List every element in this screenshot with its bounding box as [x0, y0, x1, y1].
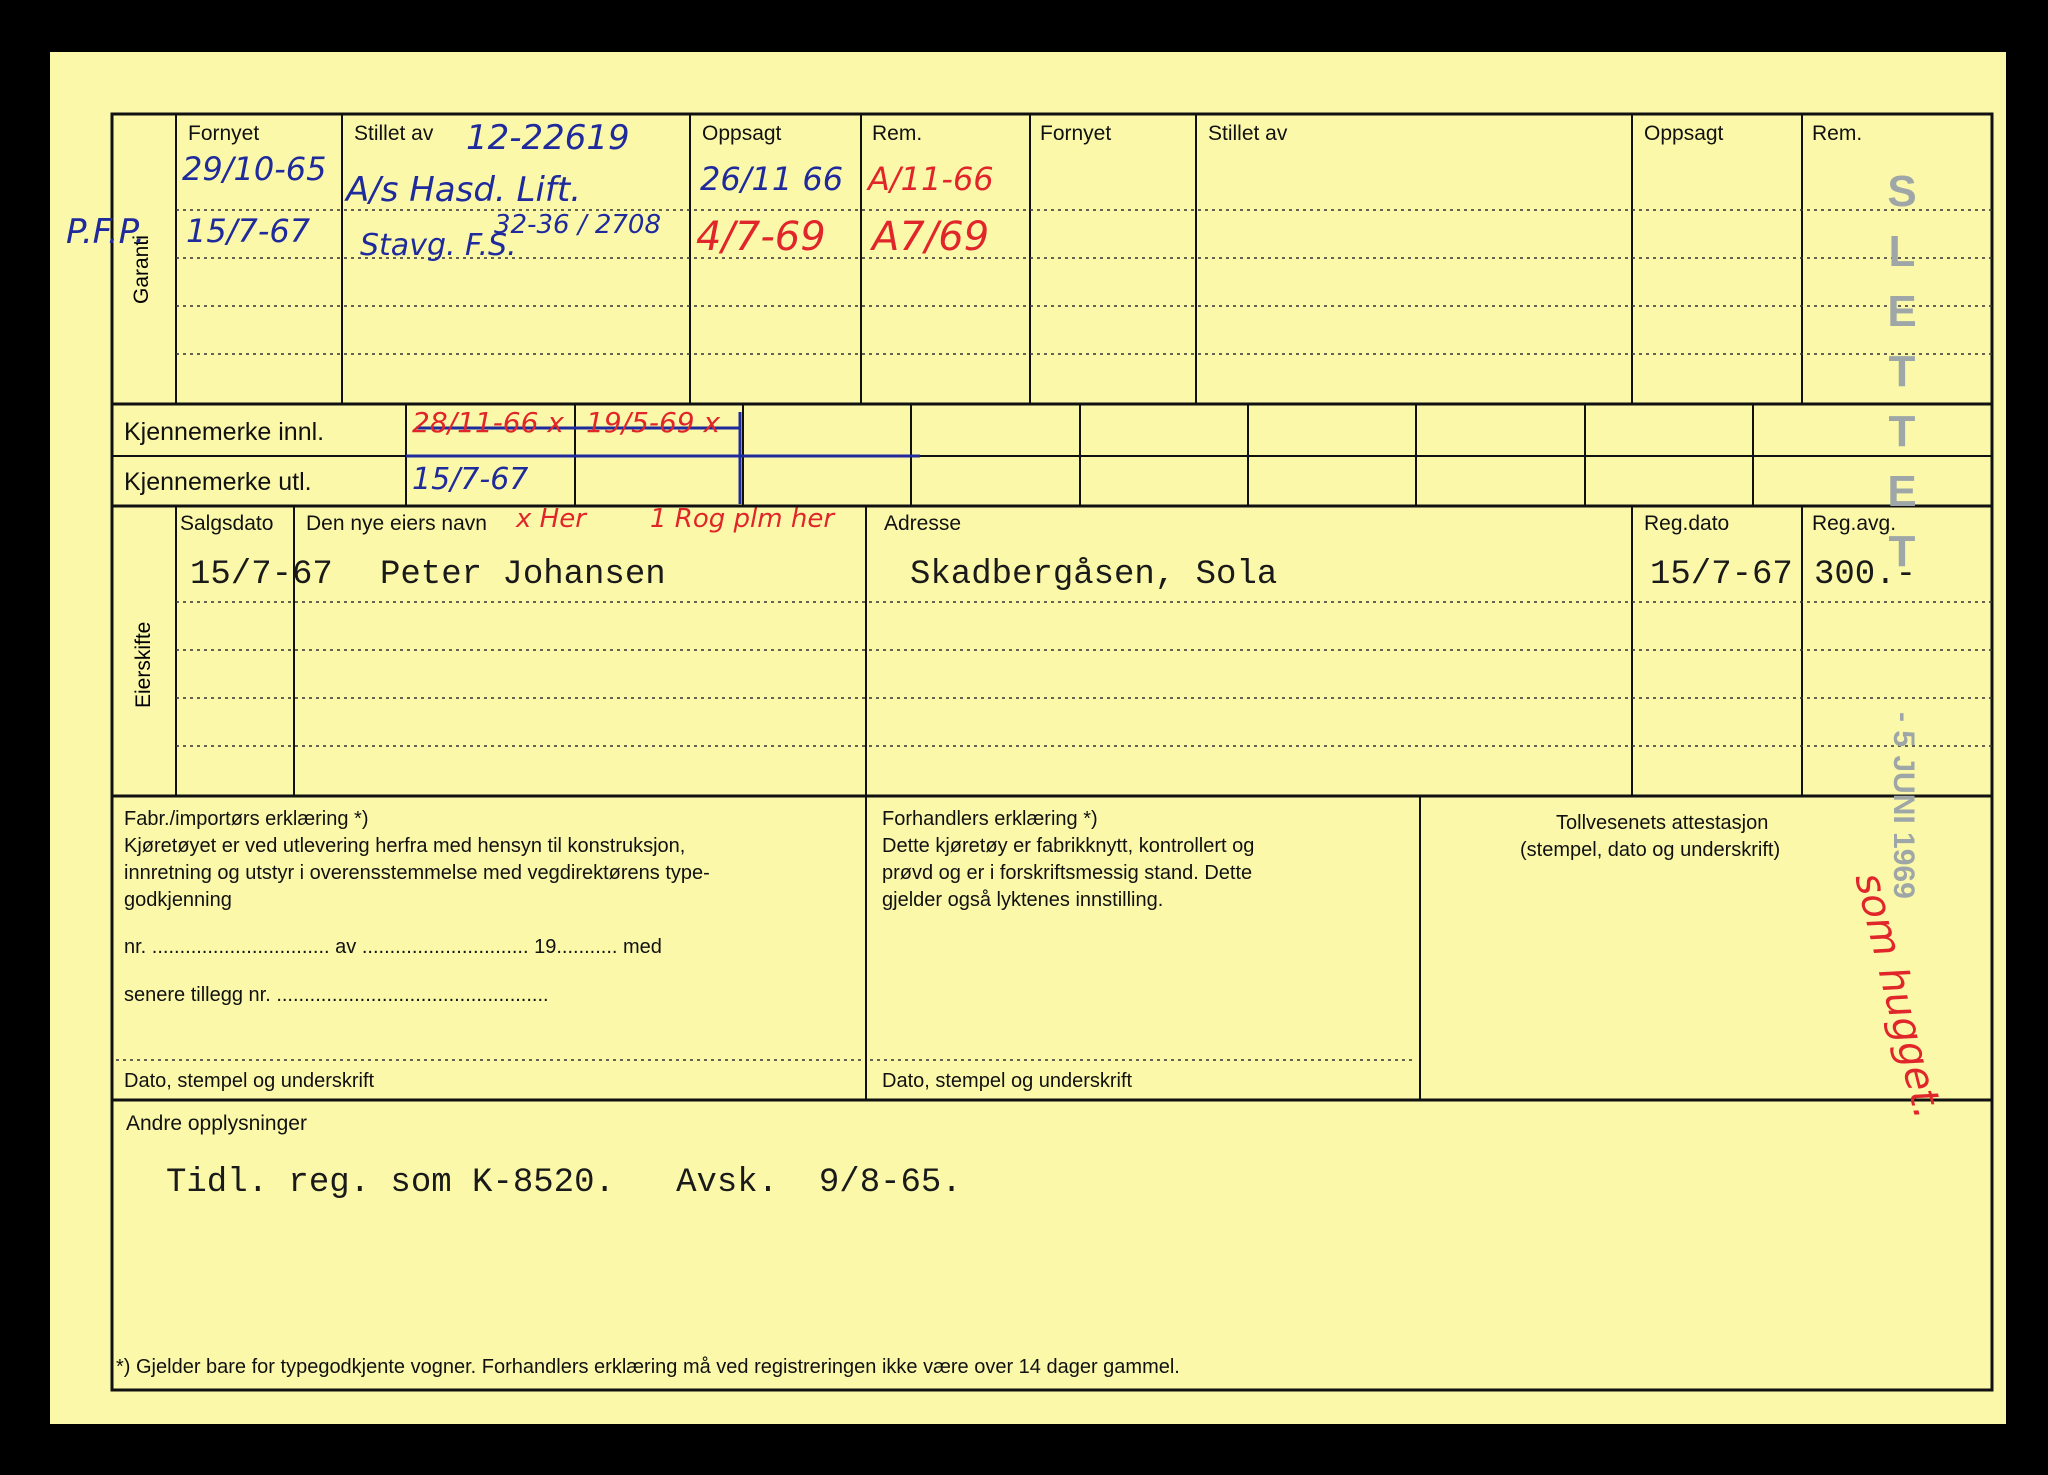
eierskifte-note-2: 1 Rog plm her: [650, 504, 835, 534]
fornyet-entry-1: 29/10-65: [182, 150, 327, 188]
garanti-header-fornyet-2: Fornyet: [1040, 122, 1112, 145]
row-regdato: 15/7-67: [1650, 556, 1793, 594]
kjennemerke-innl-label: Kjennemerke innl.: [124, 418, 325, 446]
kjennemerke-utl-label: Kjennemerke utl.: [124, 468, 312, 496]
stillet-av-entry-3: Stavg. F.S.: [360, 228, 517, 263]
fabr-line-1: Kjøretøyet er ved utlevering herfra med …: [124, 835, 686, 857]
stillet-av-entry-1: A/s Hasd. Lift.: [346, 170, 582, 210]
forh-line-3: gjelder også lyktenes innstilling.: [882, 889, 1164, 911]
garanti-header-stillet-av-1: Stillet av: [354, 122, 434, 145]
date-stamp: - 5 JUNI 1969: [1887, 712, 1920, 899]
adresse-header: Adresse: [884, 512, 962, 535]
row-salgsdato: 15/7-67: [190, 556, 333, 594]
fabr-line-2: innretning og utstyr i overensstemmelse …: [124, 862, 710, 884]
regavg-header: Reg.avg.: [1812, 512, 1897, 535]
fornyet-entry-2: 15/7-67: [186, 212, 311, 250]
fabr-line-nr: nr. ................................ av …: [124, 936, 662, 958]
toll-title: Tollvesenets attestasjon: [1556, 812, 1769, 834]
garanti-header-oppsagt-2: Oppsagt: [1644, 122, 1724, 145]
form-grid: [110, 112, 1994, 1392]
eierskifte-note-1: x Her: [516, 504, 586, 534]
forh-line-1: Dette kjøretøy er fabrikknytt, kontrolle…: [882, 835, 1255, 857]
stillet-av-entry-2: 32-36 / 2708: [494, 210, 662, 240]
forh-title: Forhandlers erklæring *): [882, 808, 1098, 830]
fabr-footer: Dato, stempel og underskrift: [124, 1070, 375, 1092]
andre-label: Andre opplysninger: [126, 1112, 307, 1135]
garanti-header-fornyet-1: Fornyet: [188, 122, 260, 145]
andre-text: Tidl. reg. som K-8520. Avsk. 9/8-65.: [166, 1164, 962, 1202]
kjennemerke-utl-1: 15/7-67: [412, 462, 529, 497]
rem-entry-2: A7/69: [872, 214, 990, 260]
margin-note: P.F.P.: [66, 212, 146, 252]
slettet-stamp: SLETTET: [1887, 167, 1917, 576]
kjennemerke-innl-1: 28/11-66 x: [412, 406, 564, 439]
stillet-av-top: 12-22619: [466, 118, 630, 158]
garanti-header-rem-1: Rem.: [872, 122, 923, 145]
forh-footer: Dato, stempel og underskrift: [882, 1070, 1133, 1092]
oppsagt-entry-1: 26/11 66: [700, 160, 844, 198]
forh-line-2: prøvd og er i forskriftsmessig stand. De…: [882, 862, 1253, 884]
oppsagt-entry-2: 4/7-69: [696, 214, 826, 260]
row-navn: Peter Johansen: [380, 556, 666, 594]
footnote: *) Gjelder bare for typegodkjente vogner…: [116, 1356, 1180, 1378]
row-adresse: Skadbergåsen, Sola: [910, 556, 1278, 594]
eierskifte-label: Eierskifte: [132, 621, 155, 708]
garanti-header-rem-2: Rem.: [1812, 122, 1863, 145]
toll-subtitle: (stempel, dato og underskrift): [1520, 839, 1781, 861]
regdato-header: Reg.dato: [1644, 512, 1730, 535]
rem-entry-1: A/11-66: [868, 160, 994, 198]
salgsdato-header: Salgsdato: [180, 512, 274, 535]
garanti-header-oppsagt-1: Oppsagt: [702, 122, 782, 145]
navn-header: Den nye eiers navn: [306, 512, 487, 535]
registration-card: Garanti Fornyet Stillet av Oppsagt Rem. …: [50, 52, 2006, 1424]
fabr-line-3: godkjenning: [124, 889, 232, 911]
kjennemerke-innl-2: 19/5-69 x: [586, 406, 721, 439]
fabr-line-tillegg: senere tillegg nr. .....................…: [124, 984, 549, 1006]
garanti-header-stillet-av-2: Stillet av: [1208, 122, 1288, 145]
fabr-title: Fabr./importørs erklæring *): [124, 808, 369, 830]
